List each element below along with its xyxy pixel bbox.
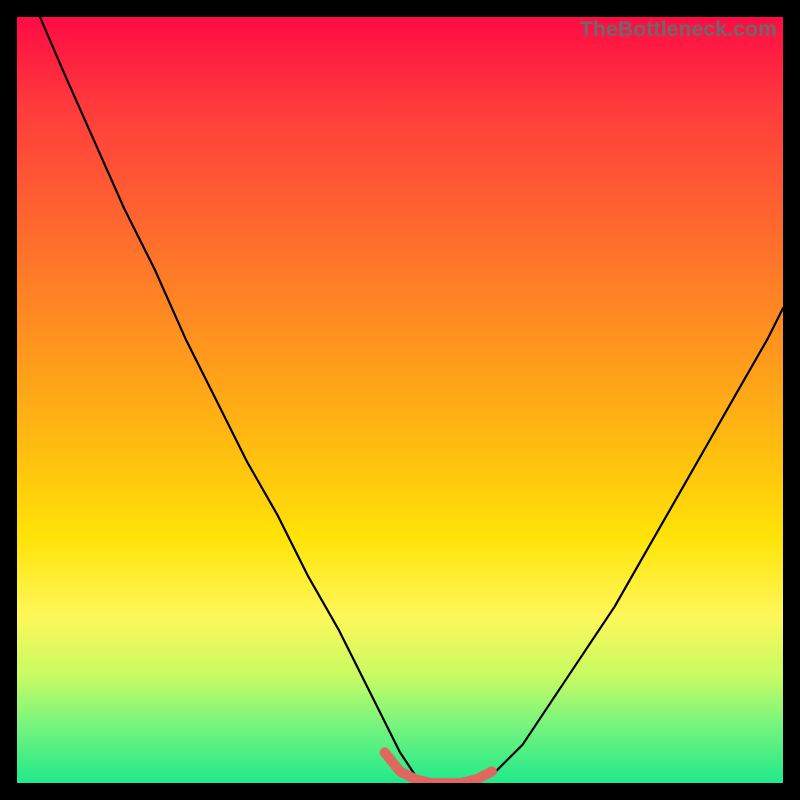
plot-area: TheBottleneck.com (17, 17, 783, 783)
bottleneck-curve-svg (17, 17, 783, 783)
chart-frame: TheBottleneck.com (0, 0, 800, 800)
bottleneck-curve-path (40, 17, 783, 783)
optimal-marker-path (385, 752, 492, 783)
